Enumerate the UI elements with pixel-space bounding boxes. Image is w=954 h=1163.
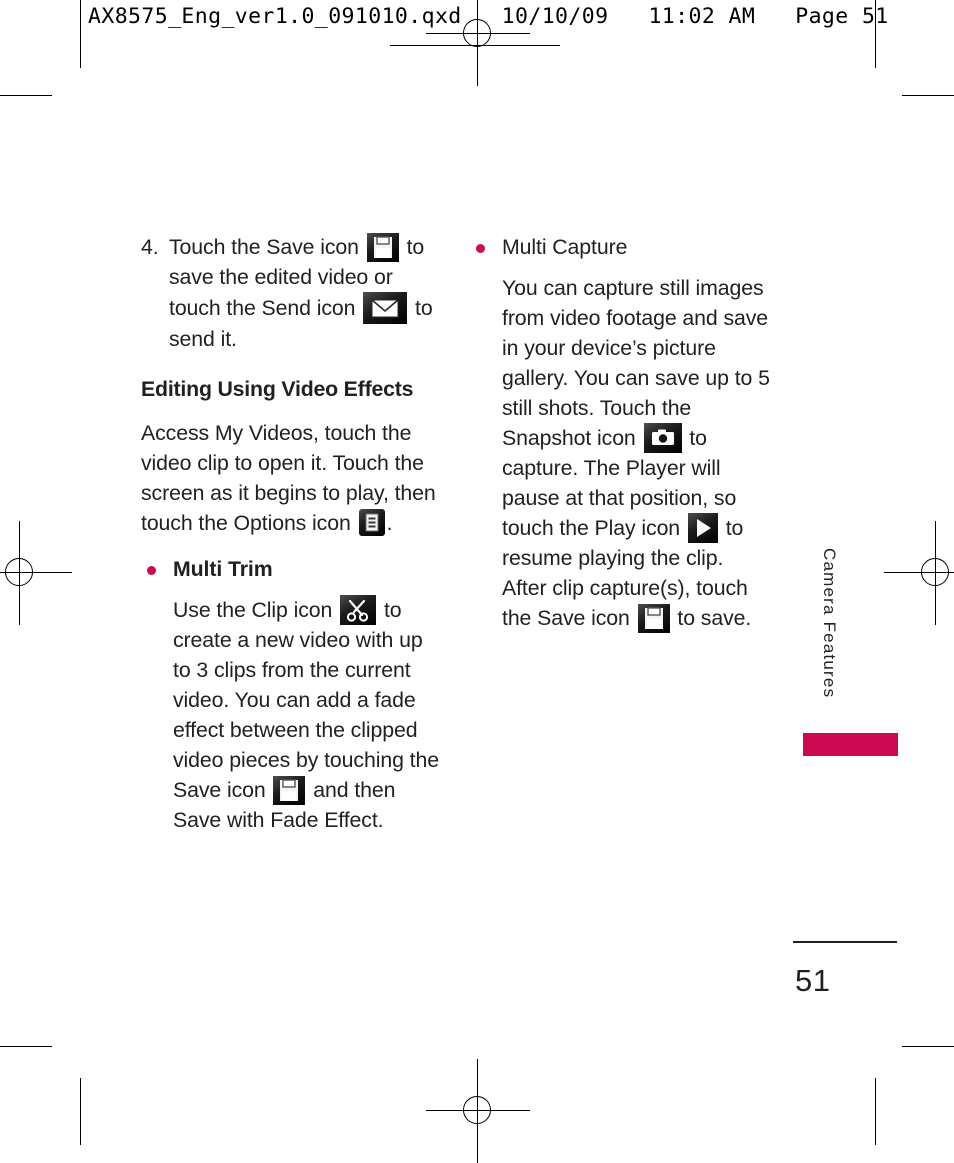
bullet-dot-icon (147, 566, 156, 575)
right-column: Multi Capture You can capture still imag… (470, 232, 770, 633)
bullet-label-multi-capture: Multi Capture (502, 235, 628, 259)
bullet-multi-capture: Multi Capture (470, 232, 770, 262)
side-tab-swatch (803, 733, 898, 756)
folio-rule (793, 941, 897, 943)
registration-mark-bottom-center (426, 1059, 530, 1163)
clip-scissors-icon (340, 595, 377, 625)
multi-capture-text-before-snapshot-icon: You can capture still images from video … (502, 276, 770, 450)
play-triangle-icon (687, 513, 718, 543)
multi-capture-text-after-save-icon: to save. (677, 606, 752, 630)
save-floppy-icon (637, 604, 670, 633)
side-tab-label: Camera Features (820, 548, 839, 699)
send-envelope-icon (363, 292, 408, 324)
section-subhead: Editing Using Video Effects (141, 377, 414, 401)
multi-trim-text-before-clip-icon: Use the Clip icon (173, 598, 333, 622)
crop-mark-top-left-horizontal (0, 95, 52, 96)
multi-capture-body: You can capture still images from video … (470, 273, 770, 633)
page-number: 51 (795, 963, 831, 998)
step-number: 4. (141, 235, 159, 259)
crop-mark-bottom-left-horizontal (0, 1046, 52, 1047)
multi-trim-text-after-clip-icon: to create a new video with up to 3 clips… (173, 598, 439, 802)
bullet-multi-trim: Multi Trim (141, 554, 441, 584)
intro-text-after-options-icon: . (386, 511, 393, 535)
options-list-icon (358, 509, 385, 536)
numbered-step-4: 4. Touch the Save icon to save the edite… (141, 232, 441, 354)
snapshot-camera-icon (643, 423, 682, 453)
save-floppy-icon (273, 776, 306, 805)
crop-mark-top-left-vertical (80, 0, 81, 68)
bullet-label-multi-trim: Multi Trim (173, 557, 273, 581)
crop-mark-bottom-left-vertical (80, 1078, 81, 1145)
crop-mark-bottom-right-horizontal (902, 1046, 954, 1047)
intro-paragraph: Access My Videos, touch the video clip t… (141, 418, 441, 538)
step-text-before-save-icon: Touch the Save icon (169, 235, 359, 259)
left-column: 4. Touch the Save icon to save the edite… (141, 232, 441, 835)
bullet-dot-icon (476, 244, 485, 253)
save-floppy-icon (366, 233, 399, 262)
crop-mark-top-right-horizontal (902, 95, 954, 96)
registration-mark-left-center (0, 521, 72, 625)
registration-mark-right-center (884, 521, 954, 625)
multi-trim-body: Use the Clip icon to create a new video … (141, 595, 441, 835)
crop-mark-bottom-right-vertical (875, 1078, 876, 1145)
prepress-slug: AX8575_Eng_ver1.0_091010.qxd 10/10/09 11… (88, 4, 889, 29)
